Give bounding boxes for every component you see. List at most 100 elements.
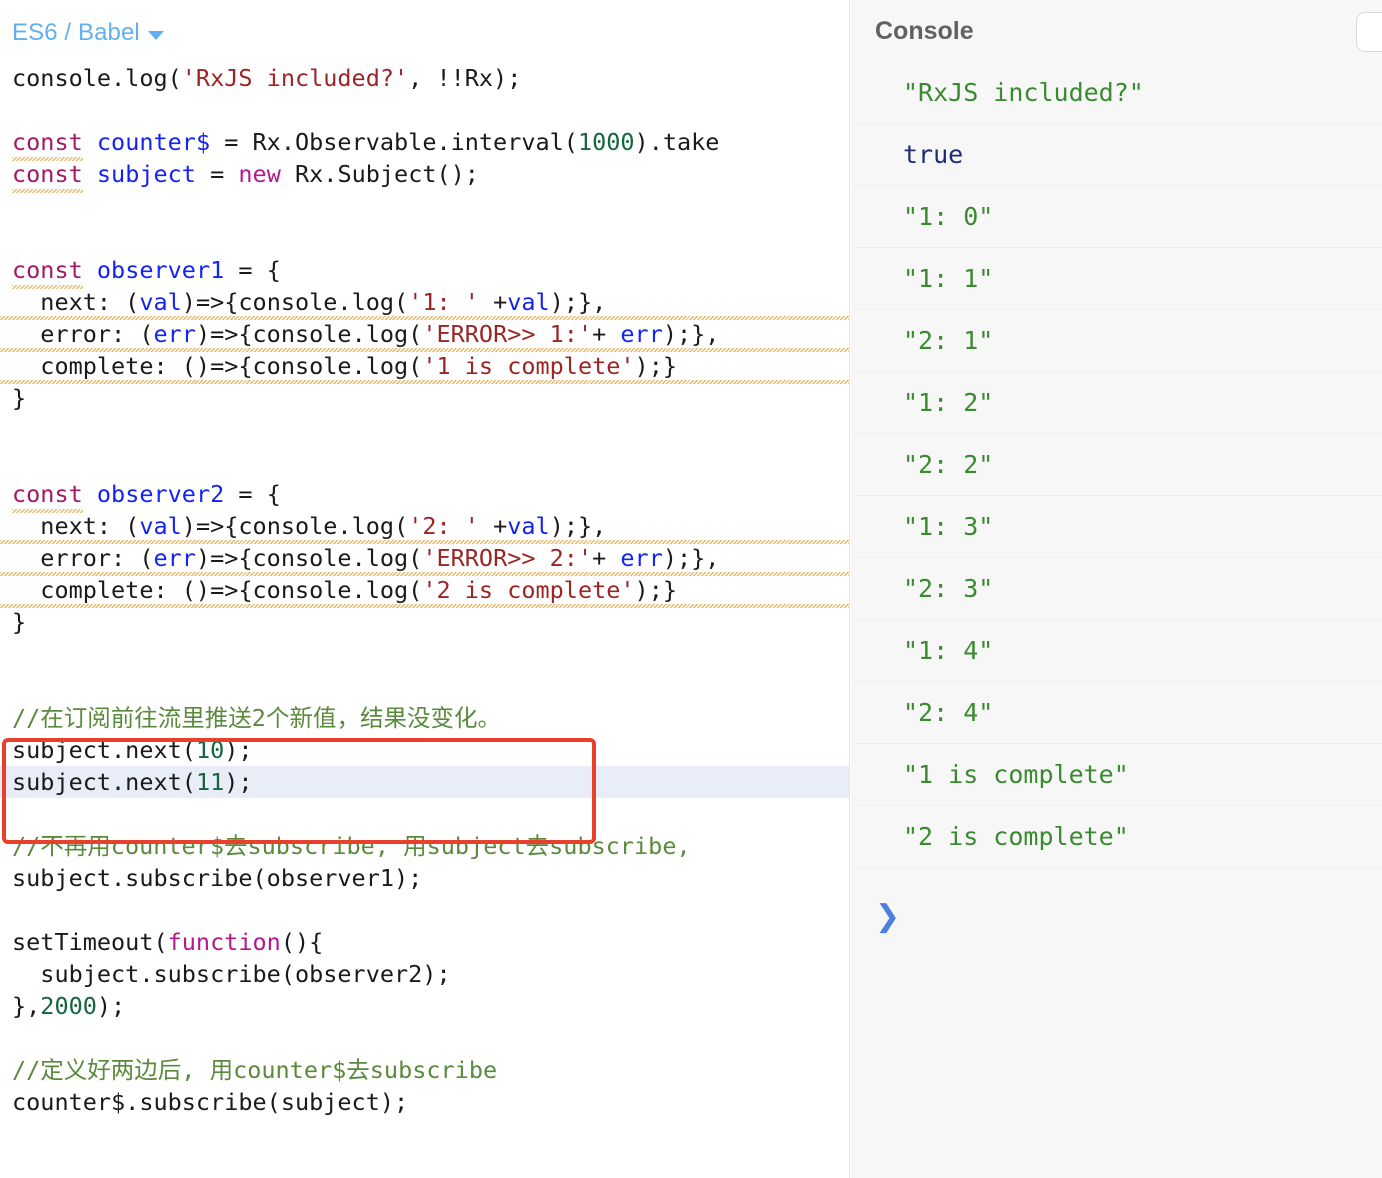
code-token: );}, <box>549 512 607 540</box>
code-editor-pane[interactable]: ES6 / Babel console.log('RxJS included?'… <box>0 0 850 1178</box>
code-token: );}, <box>662 320 720 348</box>
code-line[interactable] <box>0 222 850 254</box>
code-token: '1 is complete' <box>422 352 635 380</box>
code-line[interactable]: complete: ()=>{console.log('2 is complet… <box>0 574 850 606</box>
console-log-row: "2: 2" <box>851 434 1382 496</box>
code-token: subject.subscribe(observer2); <box>12 960 451 988</box>
console-log-row: "1: 4" <box>851 620 1382 682</box>
code-line[interactable]: const observer1 = { <box>0 254 850 289</box>
code-token: 1000 <box>577 128 635 156</box>
code-token: Rx.Subject(); <box>280 160 479 188</box>
code-token: '1: ' <box>408 288 479 316</box>
code-token: setTimeout( <box>12 928 168 956</box>
code-token: //不再用counter$去subscribe, 用subject去subscr… <box>12 832 691 860</box>
code-line[interactable]: error: (err)=>{console.log('ERROR>> 2:'+… <box>0 542 850 574</box>
code-token: 'RxJS included?' <box>181 64 409 92</box>
language-mode-selector[interactable]: ES6 / Babel <box>12 19 164 47</box>
code-line[interactable]: complete: ()=>{console.log('1 is complet… <box>0 350 850 382</box>
code-line[interactable] <box>0 670 850 702</box>
code-token: observer1 <box>96 256 225 284</box>
console-prompt[interactable]: ❯ <box>851 886 1382 948</box>
code-line[interactable]: } <box>0 382 850 414</box>
code-line[interactable]: //不再用counter$去subscribe, 用subject去subscr… <box>0 830 850 862</box>
code-line[interactable]: //在订阅前往流里推送2个新值，结果没变化。 <box>0 702 850 734</box>
code-token: err <box>620 544 663 572</box>
code-line[interactable]: console.log('RxJS included?', !!Rx); <box>0 62 850 94</box>
code-token: //定义好两边后, 用counter$去subscribe <box>12 1056 498 1084</box>
playground-window: ES6 / Babel console.log('RxJS included?'… <box>0 0 1382 1178</box>
code-line[interactable]: } <box>0 606 850 638</box>
code-token: + <box>478 288 508 316</box>
code-line[interactable]: subject.next(11); <box>0 766 850 798</box>
code-line[interactable] <box>0 414 850 446</box>
code-token: );} <box>634 576 677 604</box>
code-token: ); <box>224 768 253 796</box>
code-token: observer2 <box>96 480 225 508</box>
code-token: subject <box>96 160 196 188</box>
code-line[interactable]: const subject = new Rx.Subject(); <box>0 158 850 193</box>
code-token: = { <box>224 480 281 508</box>
code-token: error: ( <box>12 320 154 348</box>
code-line[interactable]: next: (val)=>{console.log('2: ' +val);}, <box>0 510 850 542</box>
code-line[interactable]: error: (err)=>{console.log('ERROR>> 1:'+… <box>0 318 850 350</box>
code-token: //在订阅前往流里推送2个新值，结果没变化。 <box>12 704 501 732</box>
code-token: 11 <box>195 768 225 796</box>
console-log-row: "1: 3" <box>851 496 1382 558</box>
chevron-right-icon: ❯ <box>875 899 901 934</box>
code-line[interactable]: subject.subscribe(observer1); <box>0 862 850 894</box>
code-line[interactable]: subject.subscribe(observer2); <box>0 958 850 990</box>
code-token: '2: ' <box>408 512 479 540</box>
console-log-row: "2: 3" <box>851 558 1382 620</box>
code-token: subject.next( <box>12 736 196 764</box>
code-token: const <box>12 256 83 289</box>
console-header: Console <box>851 0 1382 62</box>
code-line[interactable]: subject.next(10); <box>0 734 850 766</box>
console-pane: Console "RxJS included?" true "1: 0" "1: 1"… <box>851 0 1382 1178</box>
code-token: } <box>12 384 27 412</box>
code-token: + <box>478 512 508 540</box>
console-input[interactable] <box>914 901 1382 933</box>
code-line[interactable]: setTimeout(function(){ <box>0 926 850 958</box>
code-token: console.log( <box>12 64 182 92</box>
code-line[interactable]: const counter$ = Rx.Observable.interval(… <box>0 126 850 161</box>
code-token: {console.log( <box>238 352 423 380</box>
code-token: err <box>153 544 196 572</box>
code-token: next: ( <box>12 512 140 540</box>
code-token: , !!Rx); <box>408 64 522 92</box>
console-log-row: "1: 2" <box>851 372 1382 434</box>
code-line[interactable] <box>0 190 850 222</box>
code-line[interactable] <box>0 638 850 670</box>
menu-button-icon[interactable] <box>1356 12 1382 52</box>
code-token: + <box>592 320 621 348</box>
code-content[interactable]: console.log('RxJS included?', !!Rx); con… <box>0 62 850 1178</box>
code-line[interactable] <box>0 446 850 478</box>
code-token: + <box>592 544 621 572</box>
code-line[interactable] <box>0 798 850 830</box>
console-log-row: "2: 1" <box>851 310 1382 372</box>
code-token: ); <box>224 736 253 764</box>
code-token: 10 <box>195 736 225 764</box>
language-mode-label: ES6 / Babel <box>12 19 140 46</box>
code-token: counter$ <box>96 128 211 156</box>
console-log-row: "2: 4" <box>851 682 1382 744</box>
code-line[interactable]: const observer2 = { <box>0 478 850 513</box>
code-token: );} <box>634 352 677 380</box>
code-token: val <box>507 288 550 316</box>
code-token: error: ( <box>12 544 154 572</box>
code-line[interactable]: },2000); <box>0 990 850 1022</box>
code-token: )=> <box>181 288 225 316</box>
code-token: );}, <box>549 288 607 316</box>
console-log-row: "1 is complete" <box>851 744 1382 806</box>
code-line[interactable] <box>0 894 850 926</box>
code-token: 'ERROR>> 2:' <box>422 544 593 572</box>
code-line[interactable] <box>0 94 850 126</box>
code-token: new <box>238 160 281 188</box>
code-token: {console.log( <box>238 576 423 604</box>
code-token: )=> <box>195 320 239 348</box>
code-line[interactable] <box>0 1022 850 1054</box>
code-line[interactable]: counter$.subscribe(subject); <box>0 1086 850 1118</box>
code-line[interactable]: //定义好两边后, 用counter$去subscribe <box>0 1054 850 1086</box>
code-line[interactable]: next: (val)=>{console.log('1: ' +val);}, <box>0 286 850 318</box>
code-token: (){ <box>280 928 324 956</box>
